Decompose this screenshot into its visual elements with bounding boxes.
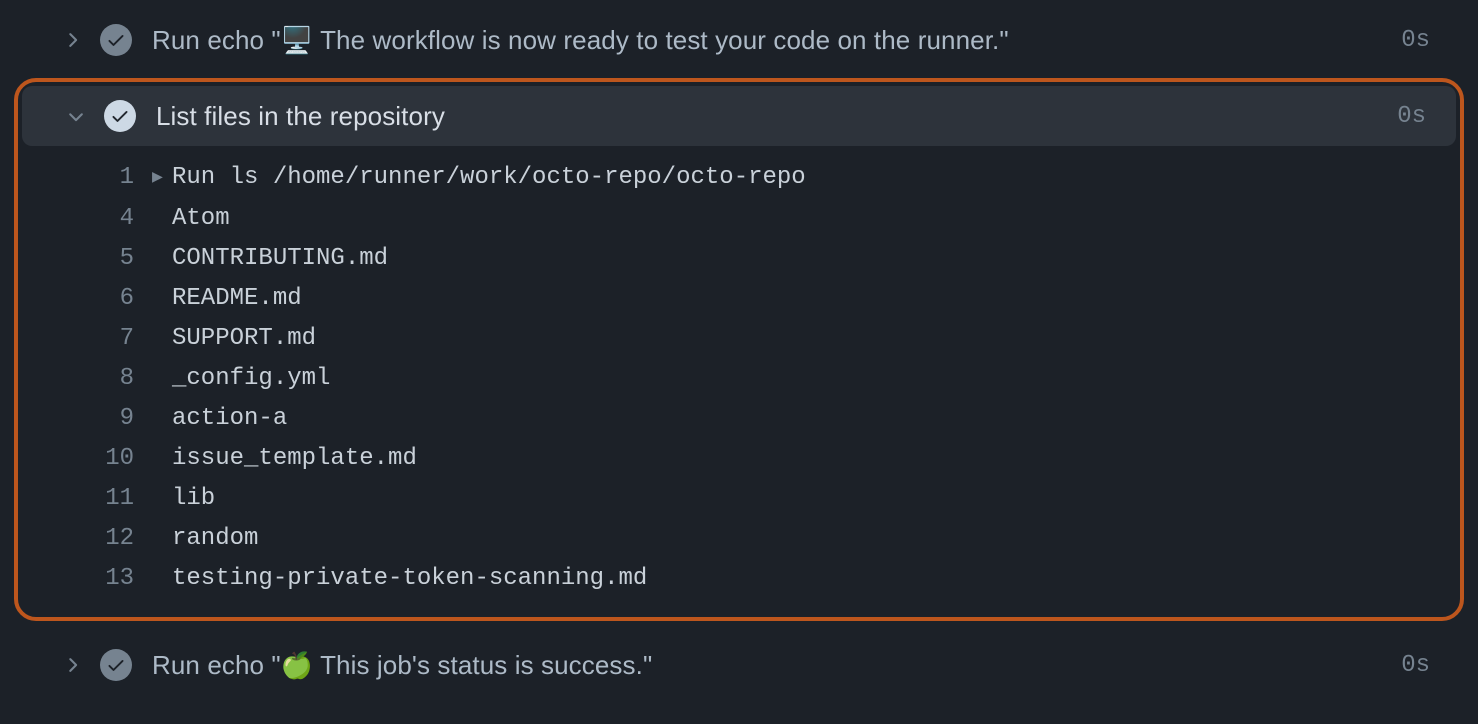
line-number: 12 [22,519,152,559]
log-line[interactable]: 6 README.md [22,279,1456,319]
log-line[interactable]: 9 action-a [22,399,1456,439]
status-check-icon [100,24,132,56]
log-line[interactable]: 7 SUPPORT.md [22,319,1456,359]
step-row[interactable]: Run echo "🖥️ The workflow is now ready t… [18,10,1460,70]
log-line[interactable]: 12 random [22,519,1456,559]
highlighted-step: List files in the repository 0s 1 ▶ Run … [14,78,1464,621]
workflow-steps: Run echo "🖥️ The workflow is now ready t… [0,0,1478,713]
step-row[interactable]: Run echo "🍏 This job's status is success… [18,635,1460,695]
line-number: 6 [22,279,152,319]
log-text: testing-private-token-scanning.md [172,559,647,599]
line-number: 7 [22,319,152,359]
log-line[interactable]: 11 lib [22,479,1456,519]
line-number: 5 [22,239,152,279]
step-log: 1 ▶ Run ls /home/runner/work/octo-repo/o… [22,146,1456,599]
chevron-right-icon [58,651,86,679]
chevron-right-icon [58,26,86,54]
line-number: 8 [22,359,152,399]
line-number: 1 [22,158,152,198]
log-line[interactable]: 5 CONTRIBUTING.md [22,239,1456,279]
log-text: Run ls /home/runner/work/octo-repo/octo-… [172,158,806,198]
triangle-right-icon[interactable]: ▶ [152,158,168,198]
step-duration: 0s [1401,652,1430,679]
chevron-down-icon [62,102,90,130]
log-text: Atom [172,199,230,239]
log-text: _config.yml [172,359,330,399]
log-line[interactable]: 10 issue_template.md [22,439,1456,479]
log-text: README.md [172,279,302,319]
line-number: 4 [22,199,152,239]
step-title: Run echo "🍏 This job's status is success… [152,650,1401,681]
step-duration: 0s [1401,27,1430,54]
step-row[interactable]: List files in the repository 0s [22,86,1456,146]
log-text: issue_template.md [172,439,417,479]
step-title: Run echo "🖥️ The workflow is now ready t… [152,25,1401,56]
log-text: lib [172,479,215,519]
line-number: 9 [22,399,152,439]
log-line[interactable]: 4 Atom [22,199,1456,239]
status-check-icon [104,100,136,132]
log-text: random [172,519,258,559]
line-number: 10 [22,439,152,479]
log-text: action-a [172,399,287,439]
status-check-icon [100,649,132,681]
log-line[interactable]: 13 testing-private-token-scanning.md [22,559,1456,599]
log-text: SUPPORT.md [172,319,316,359]
log-text: CONTRIBUTING.md [172,239,388,279]
step-title: List files in the repository [156,101,1397,132]
line-number: 11 [22,479,152,519]
line-number: 13 [22,559,152,599]
step-duration: 0s [1397,103,1426,130]
log-line[interactable]: 1 ▶ Run ls /home/runner/work/octo-repo/o… [22,158,1456,199]
log-line[interactable]: 8 _config.yml [22,359,1456,399]
